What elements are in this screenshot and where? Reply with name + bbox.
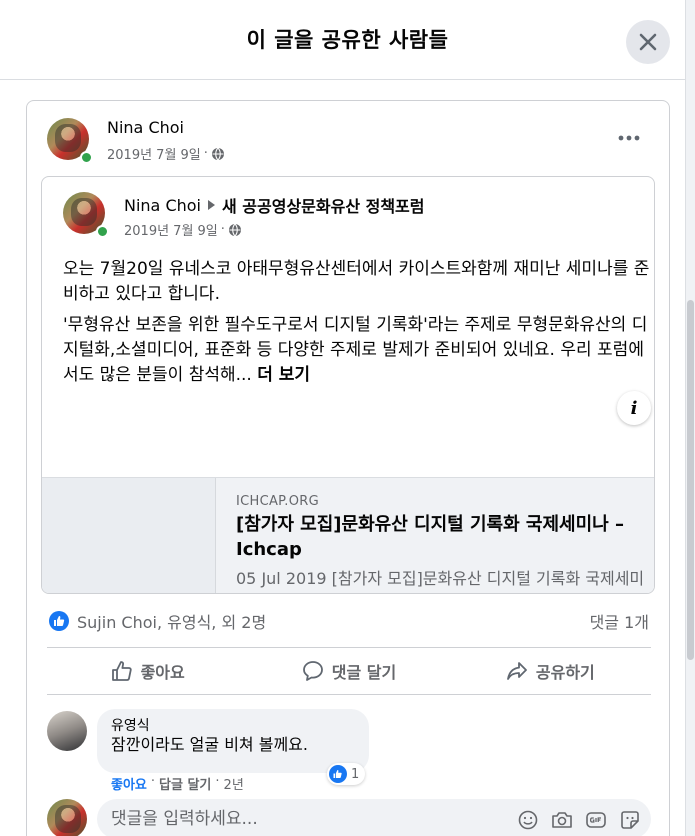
action-bar: 좋아요 댓글 달기 공유하기 [47,647,651,695]
more-horizontal-icon [618,135,640,141]
post-meta: 2019년 7월 9일 · [107,144,225,163]
comment-input[interactable] [111,799,491,836]
dialog-title: 이 글을 공유한 사람들 [246,28,449,52]
shared-header: Nina Choi 새 공공영상문화유산 정책포럼 [124,193,425,217]
link-source: ICHCAP.ORG [236,494,319,509]
shared-meta: 2019년 7월 9일 · [124,220,242,239]
author-name[interactable]: Nina Choi [107,118,184,137]
composer-icons [517,809,641,831]
comment-reaction-badge[interactable]: 1 [327,763,366,785]
comment-like-count: 1 [351,766,360,782]
triangle-right-icon [208,200,215,210]
shared-date[interactable]: 2019년 7월 9일 [124,220,218,239]
link-preview[interactable]: ICHCAP.ORG [참가자 모집]문화유산 디지털 기록화 국제세미나 – … [42,477,654,593]
post-date[interactable]: 2019년 7월 9일 [107,144,201,163]
post-paragraph-1: 오는 7월20일 유네스코 아태무형유산센터에서 카이스트와함께 재미난 세미나… [63,259,650,304]
comment-reply-link[interactable]: 답글 달기 [159,774,211,793]
link-title[interactable]: [참가자 모집]문화유산 디지털 기록화 국제세미나 – Ichcap [236,512,654,562]
share-icon [506,662,527,680]
like-reaction-icon [329,765,347,783]
comment-like-link[interactable]: 좋아요 [111,774,147,793]
comment-label: 댓글 달기 [331,663,397,682]
scrollbar-thumb[interactable] [687,300,694,660]
shared-author-name[interactable]: Nina Choi [124,196,201,215]
scrollbar[interactable] [685,0,695,836]
dialog-header: 이 글을 공유한 사람들 [0,0,685,80]
comment-action-separator: · [215,774,220,789]
current-user-avatar[interactable] [47,799,87,836]
reactions-summary[interactable]: Sujin Choi, 유영식, 외 2명 댓글 1개 [49,609,649,633]
camera-icon[interactable] [551,809,573,831]
globe-icon [228,223,241,236]
reactors-list[interactable]: Sujin Choi, 유영식, 외 2명 [77,609,266,633]
comment-composer[interactable] [97,799,651,836]
commenter-avatar[interactable] [47,711,87,751]
link-thumbnail[interactable] [42,478,216,593]
like-button[interactable]: 좋아요 [47,648,248,694]
emoji-icon[interactable] [517,809,539,831]
shared-online-indicator [96,225,109,238]
comment-actions: 좋아요 · 답글 달기 · 2년 [111,774,244,793]
thumbs-up-icon [111,661,132,681]
close-button[interactable] [626,20,670,64]
like-reaction-icon [49,611,69,631]
online-status-indicator [80,151,93,164]
comment-age[interactable]: 2년 [224,774,244,793]
info-icon: i [630,397,638,419]
meta-separator: · [220,222,225,237]
group-name[interactable]: 새 공공영상문화유산 정책포럼 [222,193,425,217]
comment-text: 잠깐이라도 얼굴 비쳐 볼께요. [111,735,308,754]
comment-icon [302,661,323,681]
shared-post-card: Nina Choi 2019년 7월 9일 · ICHCAP.ORG [참가자 … [26,100,670,836]
see-more-link[interactable]: 더 보기 [257,365,310,385]
gif-icon[interactable] [585,809,607,831]
meta-separator: · [203,146,208,161]
like-label: 좋아요 [140,663,185,682]
link-description: 05 Jul 2019 [참가자 모집]문화유산 디지털 기록화 국제세미나 글… [236,569,645,588]
post-paragraph-2: '무형유산 보존을 위한 필수도구로서 디지털 기록화'라는 주제로 무형문화유… [63,313,653,388]
info-button[interactable]: i [617,391,651,425]
close-icon [639,33,657,51]
comment-count[interactable]: 댓글 1개 [590,609,649,633]
commenter-name[interactable]: 유영식 [111,718,355,734]
sticker-icon[interactable] [619,809,641,831]
share-label: 공유하기 [535,663,595,682]
globe-icon [211,147,224,160]
comment-button[interactable]: 댓글 달기 [248,648,449,694]
comment-action-separator: · [150,774,156,789]
more-options-button[interactable] [611,123,647,153]
post-paragraph-2-text: '무형유산 보존을 위한 필수도구로서 디지털 기록화'라는 주제로 무형문화유… [63,315,648,385]
comment-bubble: 유영식 잠깐이라도 얼굴 비쳐 볼께요. [97,709,369,773]
share-button[interactable]: 공유하기 [450,648,651,694]
